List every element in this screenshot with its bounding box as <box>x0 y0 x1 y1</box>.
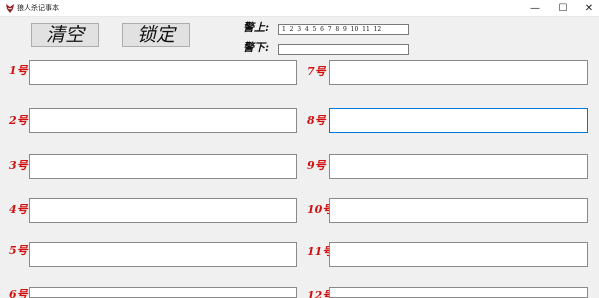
player-8-label: 8号 <box>307 114 326 127</box>
player-5-label: 5号 <box>9 244 28 257</box>
window-title: 狼人杀记事本 <box>17 4 59 12</box>
player-5-field[interactable] <box>29 242 297 267</box>
clear-button[interactable]: 清空 <box>31 23 99 47</box>
player-2-field[interactable] <box>29 108 297 133</box>
title-bar: 狼人杀记事本 — ☐ ✕ <box>0 0 599 17</box>
badge-up-label: 警上: <box>243 21 270 34</box>
close-button[interactable]: ✕ <box>576 0 599 17</box>
app-icon <box>6 4 14 13</box>
player-4-field[interactable] <box>29 198 297 223</box>
player-12-field[interactable] <box>329 287 588 298</box>
player-7-field[interactable] <box>329 60 588 85</box>
lock-button[interactable]: 锁定 <box>122 23 190 47</box>
player-11-field[interactable] <box>329 242 588 267</box>
player-6-field[interactable] <box>29 287 297 298</box>
player-9-label: 9号 <box>307 159 326 172</box>
badge-down-field[interactable] <box>278 44 409 55</box>
badge-down-label: 警下: <box>243 41 270 54</box>
player-1-label: 1号 <box>9 64 28 77</box>
minimize-button[interactable]: — <box>522 0 548 17</box>
player-6-label: 6号 <box>9 288 28 298</box>
player-9-field[interactable] <box>329 154 588 179</box>
player-10-field[interactable] <box>329 198 588 223</box>
player-7-label: 7号 <box>307 65 326 78</box>
badge-up-value: 1 2 3 4 5 6 7 8 9 10 11 12 <box>282 26 382 33</box>
player-8-field[interactable] <box>329 108 588 133</box>
maximize-button[interactable]: ☐ <box>550 0 576 17</box>
player-3-field[interactable] <box>29 154 297 179</box>
player-4-label: 4号 <box>9 203 28 216</box>
badge-up-field[interactable]: 1 2 3 4 5 6 7 8 9 10 11 12 <box>278 24 409 35</box>
player-1-field[interactable] <box>29 60 297 85</box>
player-3-label: 3号 <box>9 159 28 172</box>
player-2-label: 2号 <box>9 114 28 127</box>
